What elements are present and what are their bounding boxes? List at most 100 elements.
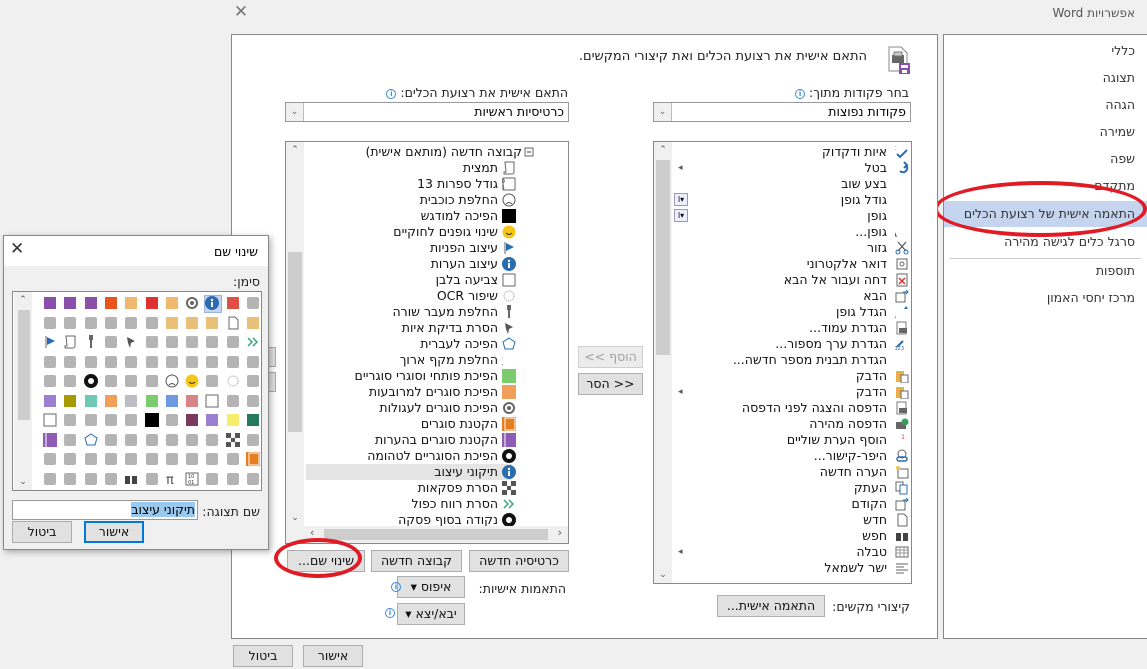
command-list-item[interactable]: הדפסה מהירה (674, 416, 911, 432)
find-icon[interactable] (124, 472, 140, 488)
flag-chart-icon[interactable] (104, 452, 120, 468)
ribbon-tree-item[interactable]: שיפור OCR (306, 288, 568, 304)
double-arrow-icon[interactable] (246, 335, 262, 351)
dollar-icon[interactable] (63, 374, 79, 390)
line-icon[interactable] (246, 394, 262, 410)
ribbon-tree-item[interactable]: הפיכת סוגרים לעגולות (306, 400, 568, 416)
ribbon-tree-item[interactable]: הקטנת סוגרים (306, 416, 568, 432)
key-icon[interactable] (84, 335, 100, 351)
close-icon[interactable]: ✕ (10, 239, 24, 259)
flag-icon[interactable] (43, 335, 59, 351)
book-icon[interactable] (165, 355, 181, 371)
ribbon-tree-item[interactable]: π החלפת מקף ארוך (306, 352, 568, 369)
swatch-yellow-icon[interactable] (226, 413, 242, 429)
collapse-icon[interactable] (522, 145, 536, 159)
display-name-input[interactable]: תיקוני עיצוב (12, 500, 198, 520)
swatch-gray-icon[interactable] (124, 394, 140, 410)
customize-shortcuts-button[interactable]: התאמה אישית... (717, 595, 825, 617)
command-list-item[interactable]: גזור (674, 240, 911, 256)
home-icon[interactable] (84, 316, 100, 332)
command-list-item[interactable]: A הגדל גופן (674, 304, 911, 321)
sidebar-item-addins[interactable]: תוספות (1096, 258, 1135, 284)
ribbon-tree-item[interactable]: עיצוב הפניות (306, 240, 568, 256)
swatch-blue-icon[interactable] (165, 394, 181, 410)
scroll-up-icon[interactable]: ⌃ (14, 292, 32, 308)
back-arrows-icon[interactable] (43, 316, 59, 332)
swatch-lavender-icon[interactable] (205, 413, 221, 429)
symbol-grid[interactable]: ⌃ ⌄ π 10 01 (12, 291, 262, 491)
command-list-item[interactable]: גופן ▾I (674, 208, 911, 224)
error-icon[interactable] (226, 296, 242, 312)
refresh-icon[interactable] (205, 472, 221, 488)
color-grid-icon[interactable] (226, 394, 242, 410)
stripe-icon[interactable] (246, 433, 262, 449)
smiley-icon[interactable] (185, 374, 201, 390)
sidebar-item-proofing[interactable]: הגהה (1105, 92, 1135, 118)
choose-commands-select[interactable]: פקודות נפוצות ⌄ (653, 102, 911, 122)
ribbon-tree-item[interactable]: הפיכה לעברית (306, 336, 568, 352)
radar-icon[interactable] (84, 432, 100, 449)
warning-icon[interactable] (165, 296, 181, 312)
new-tab-button[interactable]: כרטיסיה חדשה (469, 550, 569, 572)
diagonal-square-icon[interactable] (165, 413, 181, 429)
commands-scrollbar[interactable]: ⌃ ⌄ (654, 142, 672, 583)
exclamation-icon[interactable] (145, 296, 161, 312)
command-list-item[interactable]: גודל גופן ▾I (674, 192, 911, 208)
save-icon[interactable] (84, 296, 100, 312)
command-list-item[interactable]: הערה חדשה (674, 464, 911, 480)
phone-icon[interactable] (124, 374, 140, 390)
command-list-item[interactable]: דחה ועבור אל הבא (674, 272, 911, 288)
purple-book-icon[interactable] (43, 432, 59, 449)
dialog-ok-button[interactable]: אישור (84, 521, 144, 543)
user-icon[interactable] (43, 355, 59, 371)
sidebar-item-general[interactable]: כללי (1111, 38, 1135, 64)
move-down-button[interactable] (268, 372, 276, 392)
ribbon-tree-item[interactable]: הפיכת הסוגריים לטהומה (306, 448, 568, 464)
sidebar-item-customize-ribbon[interactable]: התאמה אישית של רצועת הכלים (944, 201, 1147, 227)
scroll-up-icon[interactable]: ⌃ (654, 142, 672, 158)
org-chart-icon[interactable] (246, 296, 262, 312)
hand-icon[interactable] (205, 374, 221, 390)
ribbon-tree-item[interactable]: הפיכה למודגש (306, 208, 568, 224)
swatch-purple-icon[interactable] (43, 394, 59, 410)
ribbon-tree-item[interactable]: הקטנת סוגרים בהערות (306, 432, 568, 448)
printer-icon[interactable] (145, 316, 161, 332)
orange-book-icon[interactable] (246, 452, 262, 468)
boxed-a-icon[interactable] (84, 452, 100, 468)
checkmark-icon[interactable] (246, 472, 262, 488)
symbol-grid-scrollbar[interactable]: ⌃ ⌄ (14, 292, 32, 490)
window-icon[interactable] (246, 355, 262, 371)
import-export-button[interactable]: יבא/יצא ▾ (397, 603, 465, 625)
sad-face-icon[interactable] (165, 374, 181, 390)
command-list-item[interactable]: בצע שוב (674, 176, 911, 192)
pie-icon[interactable] (104, 433, 120, 449)
ribbon-tree-item[interactable]: הסרת רווח כפול (306, 496, 568, 512)
reset-button[interactable]: איפוס ▾ (397, 576, 465, 598)
ribbon-tree-item[interactable]: הפיכת פותחי וסוגרי סוגריים (306, 368, 568, 384)
checker-icon[interactable] (225, 432, 242, 449)
clock-icon[interactable] (246, 374, 262, 390)
shield-icon[interactable] (104, 296, 120, 312)
command-list-item[interactable]: הבא (674, 288, 911, 304)
display-name-value[interactable]: תיקוני עיצוב (131, 502, 195, 517)
document-lightning-icon[interactable] (104, 316, 120, 332)
scroll-down-icon[interactable]: ⌄ (654, 567, 672, 583)
wave-chart-icon[interactable] (205, 452, 221, 468)
remove-button[interactable]: << הסר (578, 373, 643, 395)
info-icon[interactable] (204, 295, 223, 313)
move-up-button[interactable] (268, 347, 276, 367)
white-square-icon[interactable] (43, 413, 59, 429)
scroll-thumb[interactable] (656, 160, 670, 355)
scroll-thumb[interactable] (18, 310, 30, 420)
calculator-icon[interactable] (145, 374, 161, 390)
command-list-item[interactable]: AB1 הוסף הערת שוליים (674, 432, 911, 448)
command-list-item[interactable]: הקודם (674, 496, 911, 512)
swatch-olive-icon[interactable] (63, 394, 79, 410)
picture-icon[interactable] (124, 316, 140, 332)
sidebar-item-save[interactable]: שמירה (1100, 119, 1135, 145)
new-document-icon[interactable] (226, 316, 242, 332)
triangle-up-icon[interactable] (205, 335, 221, 351)
ribbon-tree[interactable]: ⌃ ⌄ קבוצה חדשה (מותאם אישית) תמצית1001 ג… (285, 141, 569, 544)
cancel-button[interactable]: ביטול (233, 645, 293, 667)
command-list-item[interactable]: חפש (674, 528, 911, 544)
